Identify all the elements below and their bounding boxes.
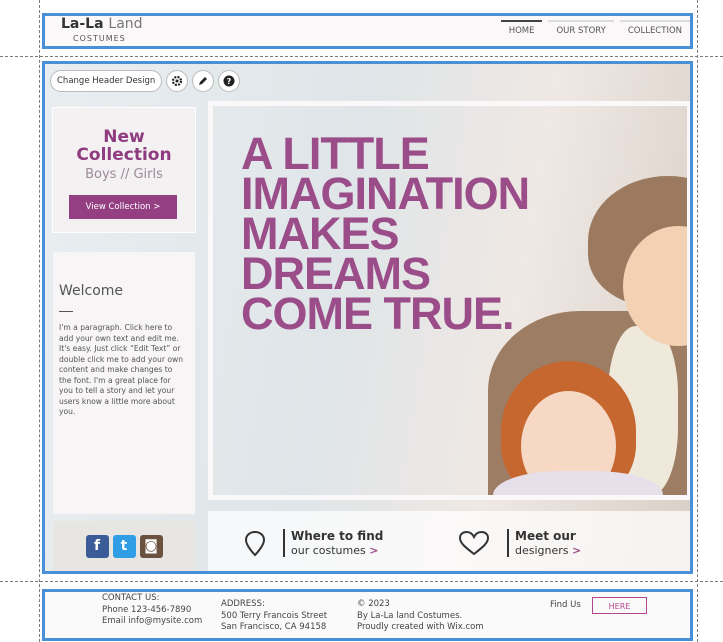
find-us-label: Find Us [550, 600, 581, 610]
pencil-icon[interactable] [192, 70, 215, 92]
address-heading: ADDRESS: [221, 599, 265, 609]
page-content[interactable]: Change Header Design ? New Collection Bo… [42, 61, 693, 574]
instagram-icon[interactable]: ◙ [139, 534, 163, 558]
meet-designers-arrow: > [572, 544, 582, 557]
heart-icon[interactable] [457, 529, 491, 557]
main-nav: HOME OUR STORY COLLECTION [495, 16, 691, 46]
hero-headline: A LITTLE IMAGINATION MAKES DREAMS COME T… [241, 131, 530, 339]
here-button[interactable]: HERE [592, 597, 647, 614]
nav-item-our-story[interactable]: OUR STORY [548, 16, 615, 46]
footer-contact: CONTACT US: Phone 123-456-7890 Email inf… [102, 593, 202, 628]
twitter-icon[interactable]: t [112, 534, 136, 558]
footer-copyright: © 2023 By La-La land Costumes. Proudly c… [357, 599, 484, 634]
welcome-paragraph[interactable]: I'm a paragraph. Click here to add your … [59, 323, 187, 418]
site-header[interactable]: La-La Land COSTUMES HOME OUR STORY COLLE… [42, 13, 693, 49]
cta-divider-find [283, 529, 285, 557]
address-line2: San Francisco, CA 94158 [221, 622, 327, 632]
site-logo[interactable]: La-La Land [61, 16, 143, 32]
promo-subtitle: Boys // Girls [85, 167, 163, 182]
where-to-find-title[interactable]: Where to find [291, 529, 383, 543]
copyright-by: By La-La land Costumes. [357, 610, 463, 621]
where-to-find-link[interactable]: our costumes > [291, 544, 378, 557]
contact-phone: Phone 123-456-7890 [102, 604, 192, 615]
site-footer[interactable]: CONTACT US: Phone 123-456-7890 Email inf… [42, 589, 693, 641]
help-icon[interactable]: ? [218, 70, 241, 92]
contact-heading: CONTACT US: [102, 593, 160, 603]
new-collection-card: New Collection Boys // Girls View Collec… [53, 108, 195, 232]
social-bar: f t ◙ [53, 521, 195, 571]
hero-banner: A LITTLE IMAGINATION MAKES DREAMS COME T… [208, 101, 690, 500]
nav-item-home[interactable]: HOME [500, 16, 543, 46]
change-header-design-button[interactable]: Change Header Design [50, 70, 163, 92]
hero-line-5: COME TRUE. [241, 288, 515, 339]
guide-line-left [39, 0, 40, 642]
facebook-icon[interactable]: f [85, 534, 109, 558]
welcome-card: Welcome I'm a paragraph. Click here to a… [53, 252, 195, 514]
view-collection-button[interactable]: View Collection > [69, 195, 177, 219]
meet-designers-sub: designers [515, 544, 569, 557]
copyright-year: © 2023 [357, 599, 390, 609]
welcome-divider [59, 311, 73, 312]
promo-title-line2: Collection [76, 145, 172, 165]
cta-divider-designers [507, 529, 509, 557]
hero-photo-child2-body [493, 471, 663, 495]
guide-line-footer [0, 581, 723, 582]
guide-line-right [697, 0, 698, 642]
promo-title-line1: New [103, 127, 145, 147]
welcome-title: Welcome [59, 283, 124, 299]
map-pin-icon[interactable] [241, 529, 269, 557]
logo-light-text: Land [108, 16, 143, 32]
guide-line-header [0, 56, 723, 57]
logo-subtitle: COSTUMES [73, 34, 126, 43]
editor-toolbar: Change Header Design ? [50, 70, 241, 92]
promo-title: New Collection [53, 128, 195, 164]
gear-icon[interactable] [166, 70, 189, 92]
svg-text:?: ? [227, 77, 232, 86]
address-line1: 500 Terry Francois Street [221, 610, 328, 621]
contact-email[interactable]: Email info@mysite.com [102, 616, 202, 628]
meet-designers-link[interactable]: designers > [515, 544, 581, 557]
where-to-find-arrow: > [369, 544, 379, 557]
nav-item-collection[interactable]: COLLECTION [619, 16, 691, 46]
meet-our-title[interactable]: Meet our [515, 529, 576, 543]
logo-bold-text: La-La [61, 16, 104, 32]
footer-address: ADDRESS: 500 Terry Francois Street San F… [221, 599, 327, 634]
cta-strip: Where to find our costumes > Meet our de… [208, 511, 690, 571]
copyright-wix[interactable]: Proudly created with Wix.com [357, 622, 484, 634]
where-to-find-sub: our costumes [291, 544, 366, 557]
